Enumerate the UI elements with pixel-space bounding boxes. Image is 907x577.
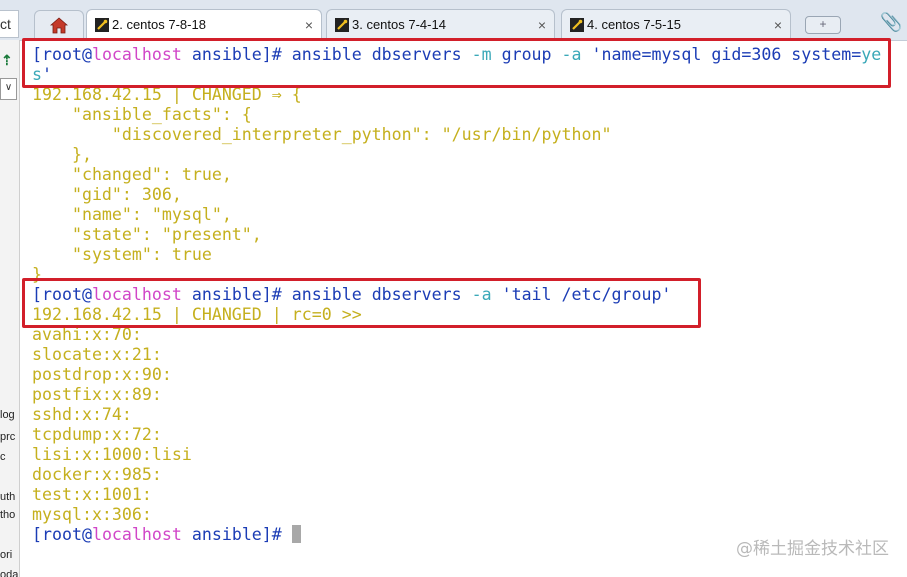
home-icon — [50, 17, 68, 34]
result-line: "ansible_facts": { — [32, 105, 252, 124]
tab-label: 3. centos 7-4-14 — [352, 17, 446, 32]
group-line: mysql:x:306: — [32, 505, 152, 524]
tab-label: 2. centos 7-8-18 — [112, 17, 206, 32]
result-line: "system": true — [32, 245, 212, 264]
text-cursor — [291, 525, 301, 543]
side-text: log — [0, 409, 15, 421]
terminal-key-icon — [335, 18, 349, 32]
group-line: postfix:x:89: — [32, 385, 162, 404]
side-text: uth — [0, 491, 16, 503]
side-text: ori — [0, 549, 13, 561]
new-tab-button[interactable]: + — [805, 16, 841, 34]
tab-bar: ct 2. centos 7-8-18 × 3. centos 7-4-14 ×… — [0, 0, 907, 42]
dropdown-toggle[interactable]: ∨ — [0, 78, 17, 100]
result-line: "name": "mysql", — [32, 205, 232, 224]
left-stub-text: ct — [0, 16, 11, 32]
group-line: docker:x:985: — [32, 465, 162, 484]
group-line: slocate:x:21: — [32, 345, 162, 364]
paperclip-icon[interactable]: 📎 — [880, 12, 902, 33]
command-line-3[interactable]: [root@localhost ansible]# — [32, 525, 301, 544]
result-line: "state": "present", — [32, 225, 262, 244]
plus-icon: + — [819, 17, 827, 31]
group-line: postdrop:x:90: — [32, 365, 172, 384]
result-line: "changed": true, — [32, 165, 232, 184]
pin-icon[interactable]: ⇡ — [1, 52, 13, 69]
group-line: test:x:1001: — [32, 485, 152, 504]
group-line: avahi:x:70: — [32, 325, 142, 344]
terminal-key-icon — [570, 18, 584, 32]
result-header-1: 192.168.42.15 | CHANGED ⇒ { — [32, 85, 302, 104]
chevron-down-icon: ∨ — [4, 82, 13, 93]
tab-centos-7-8-18[interactable]: 2. centos 7-8-18 × — [86, 9, 322, 42]
result-header-2: 192.168.42.15 | CHANGED | rc=0 >> — [32, 305, 362, 324]
result-line: "gid": 306, — [32, 185, 182, 204]
group-line: tcpdump:x:72: — [32, 425, 162, 444]
tab-centos-7-4-14[interactable]: 3. centos 7-4-14 × — [326, 9, 555, 41]
command-line-1: [root@localhost ansible]# ansible dbserv… — [32, 45, 882, 84]
left-stub-input[interactable]: ct — [0, 10, 19, 38]
group-line: lisi:x:1000:lisi — [32, 445, 192, 464]
terminal-pane[interactable]: [root@localhost ansible]# ansible dbserv… — [20, 38, 907, 577]
terminal-key-icon — [95, 18, 109, 32]
result-line: "discovered_interpreter_python": "/usr/b… — [32, 125, 612, 144]
side-text: oda — [0, 569, 19, 577]
tab-close-button[interactable]: × — [305, 10, 313, 40]
watermark: @稀土掘金技术社区 — [736, 539, 889, 559]
home-tab[interactable] — [34, 10, 84, 41]
result-line: }, — [32, 145, 92, 164]
group-line: sshd:x:74: — [32, 405, 132, 424]
left-panel-strip: ⇡ ∨ log prc c uth tho ori oda — [0, 40, 20, 577]
tab-label: 4. centos 7-5-15 — [587, 17, 681, 32]
tab-close-button[interactable]: × — [538, 10, 546, 40]
side-text: tho — [0, 509, 16, 521]
tab-close-button[interactable]: × — [774, 10, 782, 40]
side-text: c — [0, 451, 6, 463]
result-line: } — [32, 265, 42, 284]
side-text: prc — [0, 431, 16, 443]
tab-centos-7-5-15[interactable]: 4. centos 7-5-15 × — [561, 9, 791, 41]
command-line-2: [root@localhost ansible]# ansible dbserv… — [32, 285, 672, 304]
